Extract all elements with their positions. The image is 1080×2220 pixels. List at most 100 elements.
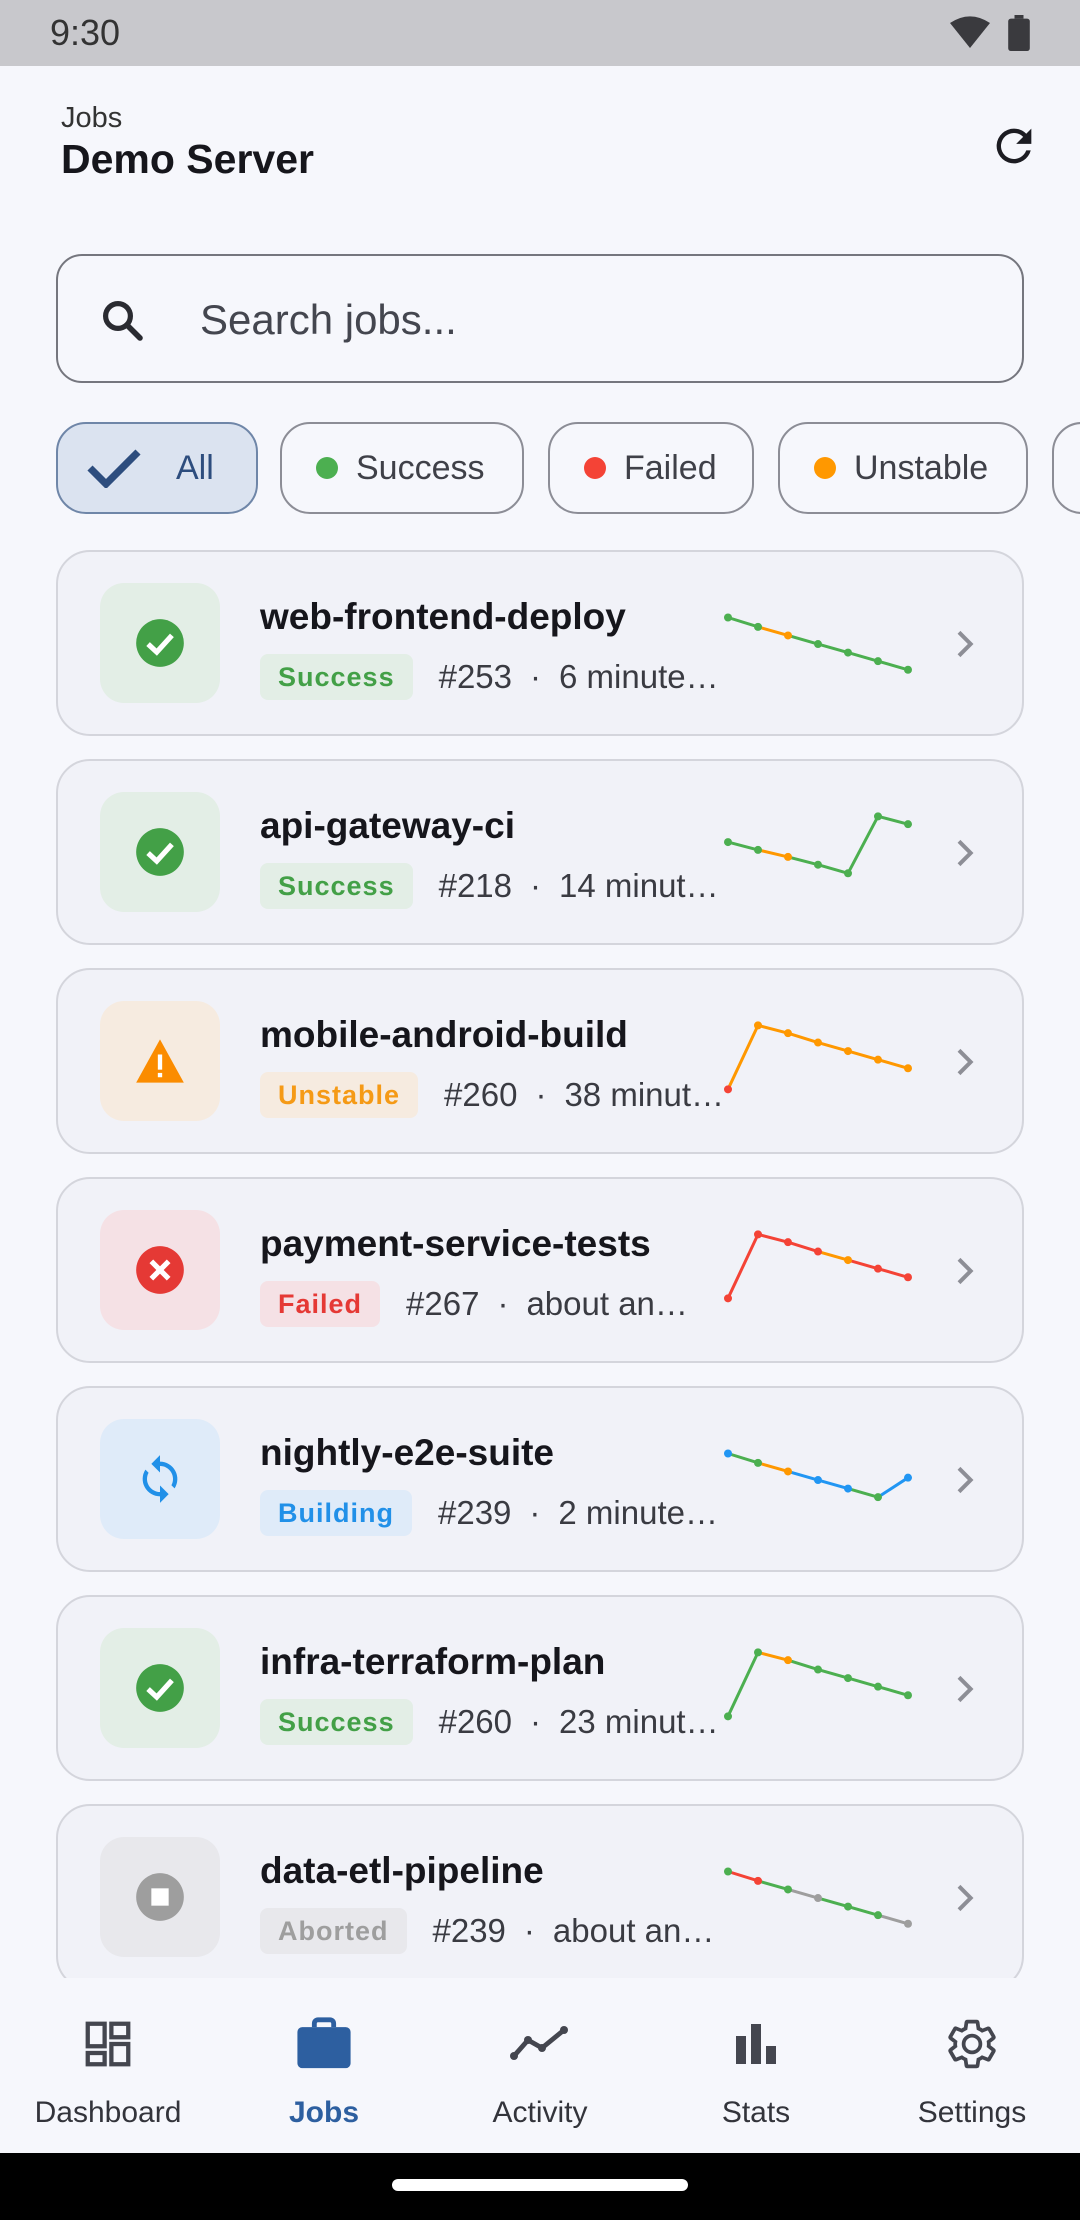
job-card[interactable]: api-gateway-ci Success #218 · 14 minutes ago [56, 759, 1024, 945]
status-bar: 9:30 [0, 0, 1080, 66]
trend-point [844, 1484, 852, 1493]
filter-chip-all[interactable]: All [56, 422, 258, 514]
nav-item-activity[interactable]: Activity [432, 1978, 648, 2153]
build-number: #260 [444, 1076, 518, 1113]
trend-point [784, 1467, 792, 1476]
separator-dot: · [523, 1912, 535, 1949]
status-badge: Success [260, 863, 413, 909]
status-badge: Aborted [260, 1908, 407, 1954]
trend-segment [726, 1651, 760, 1717]
gear-icon [942, 2014, 1002, 2074]
nav-item-jobs[interactable]: Jobs [216, 1978, 432, 2153]
build-trend-sparkline [724, 812, 912, 878]
trend-point [874, 1264, 882, 1273]
separator-dot: · [530, 1703, 542, 1740]
trend-point [844, 869, 852, 878]
nav-item-dashboard[interactable]: Dashboard [0, 1978, 216, 2153]
trend-segment [877, 659, 909, 672]
trend-segment [787, 1887, 819, 1900]
status-badge: Success [260, 654, 413, 700]
separator-dot: · [535, 1076, 547, 1113]
build-trend-sparkline [724, 1021, 912, 1094]
trend-point [754, 1021, 762, 1030]
trend-point [784, 852, 792, 861]
filter-chip-unstable[interactable]: Unstable [778, 422, 1028, 514]
job-card[interactable]: data-etl-pipeline Aborted #239 · about an ho… [56, 1804, 1024, 1978]
job-list: web-frontend-deploy Success #253 · 6 minutes… [56, 550, 1024, 1978]
status-badge: Failed [260, 1281, 381, 1327]
job-meta: Success #253 · 6 minutes ago [260, 654, 727, 700]
bar-chart-icon [726, 2014, 786, 2074]
trend-segment [757, 1879, 789, 1891]
nav-item-stats[interactable]: Stats [648, 1978, 864, 2153]
trend-segment [757, 1650, 789, 1662]
trend-segment [846, 815, 880, 874]
filter-chip-more[interactable] [1052, 422, 1080, 514]
status-icons [950, 15, 1030, 51]
trend-point [754, 1230, 762, 1239]
job-meta: Success #218 · 14 minutes ago [260, 863, 727, 909]
job-card[interactable]: mobile-android-build Unstable #260 · 38 minu… [56, 968, 1024, 1154]
search-input[interactable] [200, 276, 1000, 364]
nav-label: Activity [492, 2096, 588, 2129]
trend-point [754, 1876, 762, 1885]
job-meta: Aborted #239 · about an hour ago [260, 1908, 721, 1954]
chip-label: All [176, 448, 214, 487]
home-gesture-handle[interactable] [392, 2179, 688, 2191]
job-name: mobile-android-build [260, 1014, 628, 1055]
trend-segment [877, 1685, 909, 1697]
time-ago: 2 minutes ago [558, 1494, 726, 1531]
build-number: #253 [438, 658, 513, 695]
filter-chip-failed[interactable]: Failed [548, 422, 754, 514]
trend-segment [787, 633, 819, 646]
trend-point [844, 1047, 852, 1056]
job-card[interactable]: nightly-e2e-suite Building #239 · 2 minutes … [56, 1386, 1024, 1572]
chevron-right-icon [957, 630, 974, 658]
trend-segment [726, 1024, 760, 1090]
separator-dot: · [497, 1285, 509, 1322]
trend-point [874, 812, 882, 821]
trend-point [874, 1682, 882, 1691]
trend-segment [847, 651, 879, 663]
trend-segment [877, 1058, 909, 1070]
trend-point [754, 1458, 762, 1467]
battery-icon [1008, 15, 1030, 51]
status-dot [584, 457, 606, 479]
trend-point [844, 648, 852, 657]
refresh-button[interactable] [984, 116, 1044, 176]
job-card[interactable]: payment-service-tests Failed #267 · about an… [56, 1177, 1024, 1363]
time-ago: 38 minutes ago [564, 1076, 732, 1113]
gesture-bar [0, 2153, 1080, 2220]
trend-segment [787, 855, 819, 867]
build-number: #260 [438, 1703, 513, 1740]
build-number: #218 [438, 867, 513, 904]
trend-point [724, 838, 732, 847]
build-number: #239 [432, 1912, 506, 1949]
build-trend-sparkline [724, 1648, 912, 1721]
trend-point [724, 1712, 732, 1721]
trend-point [754, 845, 762, 854]
job-name: payment-service-tests [260, 1223, 651, 1264]
filter-chip-success[interactable]: Success [280, 422, 524, 514]
job-card[interactable]: web-frontend-deploy Success #253 · 6 minutes… [56, 550, 1024, 736]
trend-point [844, 1256, 852, 1265]
nav-label: Dashboard [34, 2096, 182, 2129]
trend-segment [726, 1233, 760, 1299]
chevron-right-icon [957, 1466, 974, 1494]
search-box[interactable] [56, 254, 1024, 383]
check-circle-icon [134, 826, 186, 878]
job-meta: Unstable #260 · 38 minutes ago [260, 1072, 732, 1118]
job-card[interactable]: infra-terraform-plan Success #260 · 23 minut… [56, 1595, 1024, 1781]
sync-icon [134, 1453, 186, 1505]
trend-point [814, 1894, 822, 1903]
nav-item-settings[interactable]: Settings [864, 1978, 1080, 2153]
check-circle-icon [134, 617, 186, 669]
job-name: data-etl-pipeline [260, 1850, 544, 1891]
check-icon [87, 449, 141, 488]
status-tile [100, 1628, 220, 1748]
build-trend-sparkline [724, 1449, 912, 1502]
trend-segment [847, 1487, 879, 1499]
error-circle-icon [134, 1244, 186, 1296]
build-trend-sparkline [724, 613, 912, 674]
trend-point [874, 1493, 882, 1502]
